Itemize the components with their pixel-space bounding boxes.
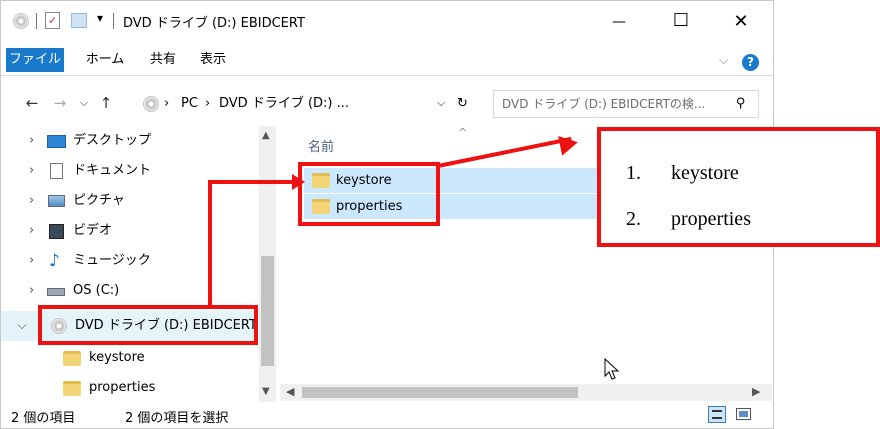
annotation-arrowhead-icon	[292, 174, 305, 190]
expand-chevron-icon[interactable]: ›	[29, 216, 34, 246]
status-bar: 2 個の項目 2 個の項目を選択	[1, 402, 773, 428]
minimize-button[interactable]: —	[599, 11, 639, 33]
address-dropdown-button[interactable]: ⌵	[437, 93, 445, 113]
qat-customize-icon[interactable]: ▾	[97, 11, 103, 25]
column-header-name[interactable]: 名前	[308, 136, 334, 155]
details-view-icon	[712, 410, 722, 419]
selection-count: 2 個の項目を選択	[125, 411, 229, 426]
sort-arrow-icon: ^	[458, 126, 468, 139]
new-folder-icon[interactable]	[71, 13, 87, 28]
forward-button[interactable]: →	[51, 93, 69, 113]
callout-item-keystore: keystore	[671, 162, 739, 184]
expand-chevron-icon[interactable]: ›	[29, 246, 34, 276]
tree-item-label: ドキュメント	[73, 163, 152, 178]
annotation-arrowhead-icon	[558, 132, 580, 156]
music-icon: ♪	[49, 251, 60, 271]
tab-view[interactable]: 表示	[191, 48, 235, 72]
pictures-icon	[48, 195, 65, 207]
drive-icon	[47, 288, 65, 296]
tab-file[interactable]: ファイル	[6, 48, 64, 72]
tree-item-label: デスクトップ	[73, 133, 152, 148]
item-count: 2 個の項目	[11, 411, 76, 426]
tree-item-os-drive[interactable]: › OS (C:)	[1, 276, 256, 306]
desktop-icon	[47, 135, 66, 148]
properties-icon[interactable]: ✓	[45, 12, 60, 29]
folder-icon	[63, 381, 81, 396]
scrollbar-thumb[interactable]	[261, 256, 274, 366]
tree-item-label: ビデオ	[73, 223, 113, 238]
recent-locations-button[interactable]: ⌵	[75, 93, 93, 113]
annotation-box-files	[298, 162, 440, 226]
expand-chevron-icon[interactable]: ›	[29, 156, 34, 186]
dvd-icon	[143, 96, 159, 112]
breadcrumb-separator: ›	[205, 96, 211, 111]
navigation-bar: ← → ⌵ ↑ › PC › DVD ドライブ (D:) ... ⌵ ↻ DVD…	[1, 80, 773, 126]
dvd-icon	[13, 13, 29, 29]
navigation-pane: › デスクトップ › ドキュメント › ピクチャ › ビデオ › ♪ ミュージッ…	[1, 126, 276, 402]
window-title: DVD ドライブ (D:) EBIDCERT	[123, 16, 305, 31]
close-button[interactable]: ✕	[721, 11, 761, 33]
expand-chevron-icon[interactable]: ›	[29, 276, 34, 306]
search-box[interactable]: DVD ドライブ (D:) EBIDCERTの検... ⚲	[493, 90, 759, 118]
annotation-connector-vertical	[208, 182, 212, 306]
details-view-button[interactable]	[708, 406, 726, 423]
callout-number-2: 2.	[626, 208, 641, 230]
tree-item-label: ピクチャ	[73, 193, 125, 208]
tree-item-label: keystore	[89, 350, 145, 365]
large-icons-view-icon	[739, 411, 748, 417]
up-button[interactable]: ↑	[97, 93, 115, 113]
search-placeholder: DVD ドライブ (D:) EBIDCERTの検...	[502, 97, 706, 111]
video-icon	[49, 224, 64, 239]
folder-icon	[63, 351, 81, 366]
search-icon: ⚲	[736, 96, 746, 111]
documents-icon	[50, 163, 63, 179]
nav-pane-scrollbar[interactable]: ▲ ▼	[259, 126, 276, 402]
address-box[interactable]: › PC › DVD ドライブ (D:) ... ⌵ ↻	[141, 92, 479, 118]
tab-home[interactable]: ホーム	[77, 48, 133, 72]
title-bar: ✓ ▾ DVD ドライブ (D:) EBIDCERT — ☐ ✕	[1, 1, 773, 43]
tree-item-music[interactable]: › ♪ ミュージック	[1, 246, 256, 276]
tree-item-label: properties	[89, 380, 156, 395]
content-horizontal-scrollbar[interactable]: ◀ ▶	[280, 384, 772, 401]
scroll-left-arrow-icon[interactable]: ◀	[286, 385, 294, 398]
tree-item-properties[interactable]: properties	[1, 373, 256, 403]
expand-chevron-icon[interactable]: ›	[29, 126, 34, 156]
callout-number-1: 1.	[626, 162, 641, 184]
breadcrumb-dvd-drive[interactable]: DVD ドライブ (D:) ...	[219, 94, 349, 114]
title-separator	[113, 13, 114, 29]
annotation-callout: 1. keystore 2. properties	[597, 127, 880, 247]
ribbon-expand-button[interactable]: ⌵	[719, 53, 728, 68]
qat-separator	[36, 13, 37, 29]
scroll-right-arrow-icon[interactable]: ▶	[752, 385, 760, 398]
expand-chevron-icon[interactable]: ›	[29, 186, 34, 216]
scroll-up-arrow-icon[interactable]: ▲	[262, 130, 270, 141]
maximize-button[interactable]: ☐	[661, 10, 701, 32]
annotation-connector-horizontal	[208, 180, 300, 184]
back-button[interactable]: ←	[23, 93, 41, 113]
scrollbar-thumb[interactable]	[302, 387, 578, 398]
callout-item-properties: properties	[671, 208, 751, 230]
ribbon: ファイル ホーム 共有 表示 ⌵ ?	[1, 44, 773, 76]
help-icon[interactable]: ?	[742, 54, 759, 71]
tree-item-keystore[interactable]: keystore	[1, 343, 256, 373]
tree-item-desktop[interactable]: › デスクトップ	[1, 126, 256, 156]
breadcrumb-pc[interactable]: PC	[181, 94, 198, 114]
tree-item-pictures[interactable]: › ピクチャ	[1, 186, 256, 216]
tab-share[interactable]: 共有	[141, 48, 185, 72]
refresh-button[interactable]: ↻	[457, 94, 468, 114]
mouse-cursor-icon	[604, 358, 620, 380]
tree-item-label: OS (C:)	[73, 283, 120, 298]
annotation-box-dvd-drive	[38, 305, 258, 345]
tree-item-label: ミュージック	[73, 253, 151, 268]
scroll-down-arrow-icon[interactable]: ▼	[262, 386, 270, 397]
breadcrumb-separator: ›	[164, 96, 170, 111]
tree-item-videos[interactable]: › ビデオ	[1, 216, 256, 246]
large-icons-view-button[interactable]	[736, 408, 751, 420]
collapse-chevron-icon[interactable]: ⌵	[17, 311, 27, 341]
